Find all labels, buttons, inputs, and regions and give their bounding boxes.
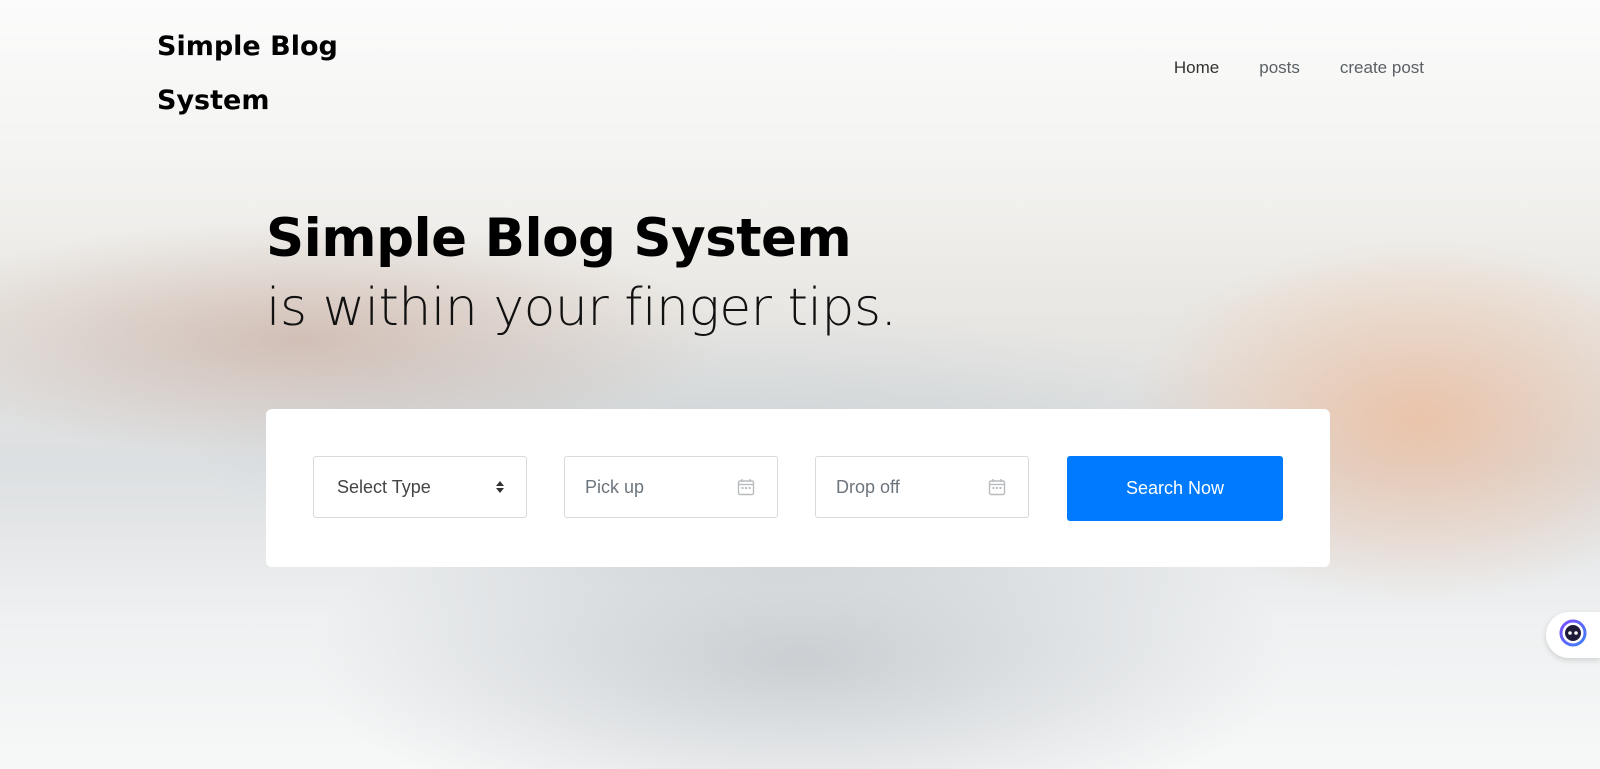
search-card: Select Type Pick up Drop off Search Now [266,409,1330,567]
floating-assistant-button[interactable] [1546,612,1600,658]
calendar-icon[interactable] [988,478,1006,496]
hero-subtitle: is within your finger tips. [266,278,897,338]
nav-home[interactable]: Home [1174,58,1219,78]
type-select[interactable]: Select Type [313,456,527,518]
site-logo[interactable]: Simple Blog System [157,20,377,128]
assistant-face-icon [1559,619,1587,652]
hero-title: Simple Blog System [266,208,852,269]
main-nav: Home posts create post [1174,58,1424,78]
dropoff-placeholder: Drop off [836,476,900,497]
nav-create-post[interactable]: create post [1340,58,1424,78]
dropoff-date-input[interactable]: Drop off [815,456,1029,518]
pickup-placeholder: Pick up [585,476,645,497]
hero-section: Simple Blog System Home posts create pos… [0,0,1600,769]
search-now-button[interactable]: Search Now [1067,456,1283,521]
pickup-date-input[interactable]: Pick up [564,456,778,518]
nav-posts[interactable]: posts [1259,58,1300,78]
calendar-icon[interactable] [737,478,755,496]
type-select-value: Select Type [337,476,431,497]
sort-arrows-icon [496,481,504,493]
